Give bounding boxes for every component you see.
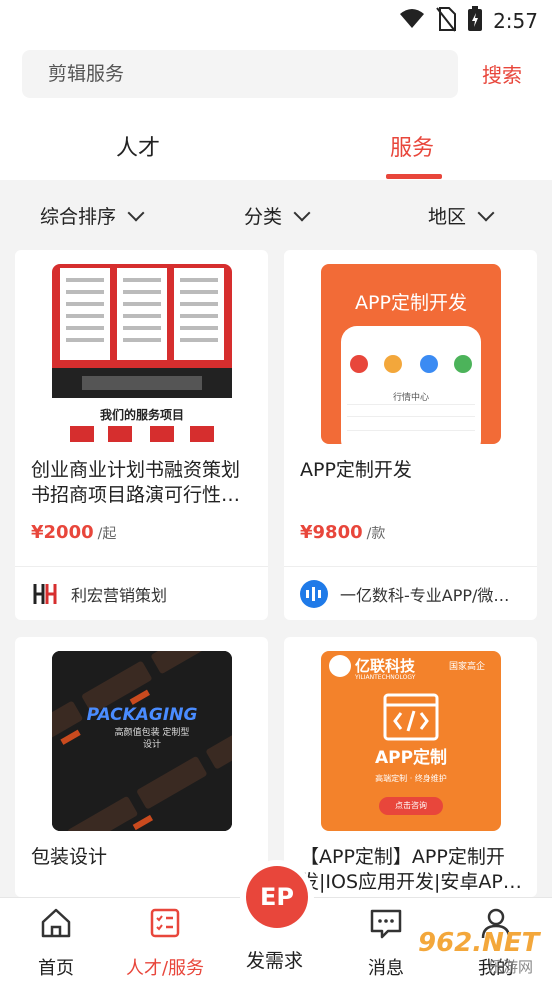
service-card[interactable]: APP定制开发 行情中心 APP定制开发 ¥9800/款 一亿数科-专业APP/…	[284, 250, 537, 620]
tab-bar: 人才 服务	[0, 110, 552, 180]
chevron-down-icon	[293, 204, 311, 221]
status-icons: 2:57	[399, 6, 538, 36]
user-icon	[481, 908, 511, 939]
tab-talent[interactable]: 人才	[116, 130, 160, 162]
price-value: ¥2000	[31, 522, 94, 543]
active-tab-indicator	[386, 174, 442, 179]
nav-messages-label: 消息	[368, 958, 404, 979]
post-request-icon: EP	[260, 883, 294, 911]
category-filter-label: 分类	[244, 206, 283, 228]
search-button[interactable]: 搜索	[482, 59, 522, 88]
card-divider	[15, 566, 268, 567]
thumbnail-cta: 点击咨询	[395, 801, 427, 810]
post-request-button[interactable]: EP	[246, 866, 308, 928]
search-box[interactable]	[22, 50, 458, 98]
message-icon	[370, 909, 402, 939]
region-filter-label: 地区	[428, 206, 467, 228]
nav-messages[interactable]: 消息	[336, 906, 436, 980]
chevron-down-icon	[127, 204, 145, 221]
post-request-label[interactable]: 发需求	[246, 946, 303, 973]
wifi-icon	[399, 8, 425, 34]
service-title: 包装设计	[31, 846, 108, 868]
service-title: 【APP定制】APP定制开发|IOS应用开发|安卓AP…	[300, 846, 522, 893]
service-card[interactable]: PACKAGING 高颜值包装 定制型设计 包装设计	[15, 637, 268, 897]
thumbnail-caption: PACKAGING	[86, 705, 198, 725]
service-thumbnail: PACKAGING 高颜值包装 定制型设计	[52, 651, 232, 831]
search-input[interactable]	[48, 50, 438, 98]
region-filter[interactable]: 地区	[428, 202, 495, 229]
chevron-down-icon	[477, 204, 495, 221]
tab-service[interactable]: 服务	[390, 130, 434, 162]
home-icon	[41, 908, 71, 938]
filter-bar: 综合排序 分类 地区	[0, 182, 552, 246]
service-thumbnail: 亿联科技 国家高企 YILIANTECHNOLOGY APP定制 高端定制 · …	[321, 651, 501, 831]
service-card[interactable]: 亿联科技 国家高企 YILIANTECHNOLOGY APP定制 高端定制 · …	[284, 637, 537, 897]
price-unit: /起	[97, 526, 117, 542]
status-bar: 2:57	[0, 0, 552, 40]
service-title: 创业商业计划书融资策划书招商项目路演可行性…	[31, 459, 241, 506]
nav-home[interactable]: 首页	[6, 906, 106, 980]
nav-me-label: 我的	[478, 958, 514, 979]
thumbnail-caption: 我们的服务项目	[99, 408, 184, 422]
seller-name: 一亿数科-专业APP/微…	[340, 586, 510, 605]
price-unit: /款	[366, 526, 386, 542]
service-price: ¥2000/起	[31, 522, 116, 543]
category-filter[interactable]: 分类	[244, 202, 311, 229]
thumbnail-subcaption: 高颜值包装 定制型设计	[114, 728, 190, 750]
price-value: ¥9800	[300, 522, 363, 543]
card-divider	[284, 566, 537, 567]
seller-row[interactable]: 一亿数科-专业APP/微…	[300, 580, 526, 608]
checklist-icon	[150, 908, 180, 938]
search-row: 搜索	[0, 40, 552, 110]
thumbnail-subcaption: 行情中心	[392, 393, 429, 403]
sort-filter[interactable]: 综合排序	[40, 202, 145, 229]
thumbnail-subcaption: 高端定制 · 终身维护	[375, 774, 447, 783]
service-card[interactable]: 我们的服务项目 创业商业计划书融资策划书招商项目路演可行性… ¥2000/起 利…	[15, 250, 268, 620]
service-thumbnail: APP定制开发 行情中心	[321, 264, 501, 444]
service-price: ¥9800/款	[300, 522, 385, 543]
nav-home-label: 首页	[38, 958, 74, 979]
seller-logo-icon	[300, 580, 328, 608]
service-thumbnail: 我们的服务项目	[52, 264, 232, 444]
nav-service-label: 人才/服务	[125, 958, 205, 979]
seller-name: 利宏营销策划	[71, 586, 168, 605]
nav-me[interactable]: 我的	[446, 906, 546, 980]
status-time: 2:57	[493, 9, 538, 33]
service-title: APP定制开发	[300, 459, 412, 481]
battery-icon	[467, 6, 483, 36]
nav-service[interactable]: 人才/服务	[115, 906, 215, 980]
seller-row[interactable]: 利宏营销策划	[31, 580, 257, 608]
sort-filter-label: 综合排序	[40, 206, 117, 228]
no-sim-icon	[435, 6, 457, 36]
seller-logo-icon	[31, 580, 59, 608]
thumbnail-caption: APP定制	[374, 748, 448, 768]
